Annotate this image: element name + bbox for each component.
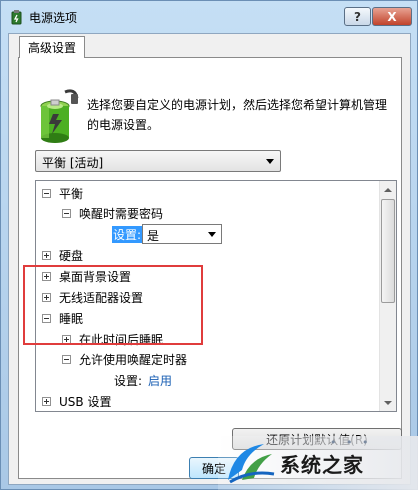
annotation-highlight-box: [23, 265, 203, 345]
vertical-scrollbar[interactable]: [379, 181, 396, 411]
tree-item-label: 平衡: [59, 186, 84, 201]
power-plan-dropdown[interactable]: 平衡 [活动]: [35, 150, 281, 172]
tree-item-wake-timers-setting[interactable]: 设置: 启用: [114, 370, 172, 390]
chevron-down-icon: [266, 159, 274, 164]
watermark-dots: • • •: [330, 436, 372, 449]
watermark-text: 系统之家: [280, 453, 364, 477]
help-button[interactable]: ?: [344, 7, 371, 26]
description-text: 选择您要自定义的电源计划，然后选择您希望计算机管理的电源设置。: [87, 98, 388, 132]
setting-label: 设置:: [114, 373, 143, 388]
tree-item-hard-disk[interactable]: 硬盘: [42, 245, 83, 265]
collapse-icon[interactable]: [42, 188, 51, 198]
title-bar[interactable]: 电源选项 ? X: [1, 1, 417, 33]
setting-label: 设置:: [112, 225, 143, 243]
dialog-client-area: 高级设置 选择您要自定义的电源计划，然后选择您希望计算机管理的电源设置。 平衡 …: [8, 33, 411, 485]
watermark-logo: [228, 444, 275, 484]
tree-item-usb[interactable]: USB 设置: [42, 391, 111, 411]
power-options-icon: [11, 10, 22, 25]
arrow-down-icon: [384, 400, 392, 405]
arrow-up-icon: [384, 187, 392, 192]
wake-timers-value-link[interactable]: 启用: [148, 372, 172, 389]
collapse-icon[interactable]: [62, 354, 71, 364]
tree-item-label: 硬盘: [59, 248, 84, 263]
collapse-icon[interactable]: [62, 208, 71, 218]
scroll-down-button[interactable]: [380, 394, 396, 411]
scroll-thumb[interactable]: [381, 199, 395, 303]
expand-icon[interactable]: [42, 396, 51, 406]
tree-item-label: 唤醒时需要密码: [79, 206, 164, 221]
wake-password-dropdown[interactable]: 是: [142, 224, 223, 244]
tree-item-wake-password[interactable]: 唤醒时需要密码: [62, 203, 163, 223]
power-options-window: 电源选项 ? X 高级设置 选择您要自定义的电源计划，然后选择您希望计算机管理的…: [0, 0, 418, 490]
tree-item-balance[interactable]: 平衡: [42, 183, 83, 203]
window-title: 电源选项: [29, 11, 78, 25]
close-button[interactable]: X: [372, 7, 412, 26]
tree-item-label: USB 设置: [59, 394, 112, 409]
expand-icon[interactable]: [42, 250, 51, 260]
tab-advanced-settings[interactable]: 高级设置: [19, 36, 85, 58]
battery-power-icon: [40, 89, 79, 143]
wake-password-value: 是: [147, 229, 160, 243]
tree-item-label: 允许使用唤醒定时器: [79, 352, 188, 367]
scroll-up-button[interactable]: [380, 181, 396, 198]
tree-item-wake-timers[interactable]: 允许使用唤醒定时器: [62, 349, 187, 369]
chevron-down-icon: [208, 232, 217, 237]
power-plan-value: 平衡 [活动]: [42, 156, 104, 170]
tree-item-setting[interactable]: 设置: 是: [112, 224, 223, 244]
